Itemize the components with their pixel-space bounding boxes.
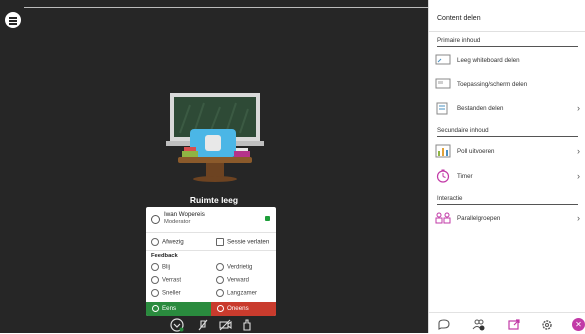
feedback-verward[interactable]: Verward — [216, 276, 249, 284]
panel-divider — [429, 31, 585, 32]
empty-room-illustration — [166, 93, 264, 182]
sad-icon — [216, 263, 224, 271]
timer-icon — [436, 169, 450, 183]
user-name: Iwan Wopereis — [164, 211, 205, 218]
share-content-tab-icon[interactable] — [507, 318, 521, 332]
files-icon — [436, 102, 448, 115]
chevron-right-icon: › — [577, 103, 580, 113]
session-stage: Ruimte leeg Iwan Wopereis Moderator Afwe… — [0, 0, 428, 333]
panel-title: Content delen — [437, 15, 481, 22]
video-off-icon[interactable] — [218, 318, 232, 332]
attendees-tab-icon[interactable] — [472, 318, 486, 332]
my-status-button[interactable] — [170, 318, 184, 332]
breakout-groups-item[interactable]: Parallelgroepen › — [435, 207, 580, 230]
audio-off-icon[interactable] — [196, 318, 210, 332]
feedback-verdrietig[interactable]: Verdrietig — [216, 263, 252, 271]
slower-icon — [216, 289, 224, 297]
poll-icon — [435, 144, 451, 158]
surprised-icon — [151, 276, 159, 284]
session-menu-button[interactable] — [5, 12, 21, 28]
secondary-content-divider — [437, 136, 578, 137]
chevron-right-icon: › — [577, 213, 580, 223]
smile-icon — [151, 263, 159, 271]
timer-item[interactable]: Timer › — [435, 165, 580, 188]
status-indicator-icon — [265, 216, 270, 221]
faster-icon — [151, 289, 159, 297]
primary-content-heading: Primaire inhoud — [437, 37, 481, 44]
room-status-title: Ruimte leeg — [189, 195, 239, 205]
session-controls — [170, 318, 260, 332]
disagree-button[interactable]: Oneens — [211, 302, 276, 316]
my-status-menu: Iwan Wopereis Moderator Afwezig Sessie v… — [146, 207, 276, 316]
profile-row[interactable]: Iwan Wopereis Moderator — [146, 207, 276, 233]
confused-icon — [216, 276, 224, 284]
run-poll-item[interactable]: Poll uitvoeren › — [435, 140, 580, 163]
feedback-verrast[interactable]: Verrast — [151, 276, 181, 284]
interaction-heading: Interactie — [437, 195, 463, 202]
share-whiteboard-item[interactable]: Leeg whiteboard delen — [435, 49, 580, 72]
feedback-blij[interactable]: Blij — [151, 263, 170, 271]
whiteboard-icon — [435, 54, 451, 65]
away-button[interactable]: Afwezig — [151, 238, 184, 246]
check-icon — [152, 304, 159, 312]
chat-tab-icon[interactable] — [437, 318, 451, 332]
interaction-divider — [437, 204, 578, 205]
feedback-heading: Feedback — [151, 253, 178, 259]
user-role: Moderator — [164, 219, 191, 225]
feedback-sneller[interactable]: Sneller — [151, 289, 181, 297]
primary-content-divider — [437, 46, 578, 47]
stage-top-border — [24, 7, 428, 8]
exit-icon — [216, 238, 224, 246]
chevron-right-icon: › — [577, 171, 580, 181]
x-circle-icon — [217, 304, 224, 312]
close-panel-button[interactable]: ✕ — [572, 318, 585, 331]
clock-icon — [151, 238, 159, 246]
share-content-panel: Content delen Primaire inhoud Leeg white… — [428, 0, 585, 333]
agree-button[interactable]: Eens — [146, 302, 211, 316]
breakout-groups-icon — [435, 212, 451, 224]
user-settings-icon — [151, 215, 160, 224]
leave-session-button[interactable]: Sessie verlaten — [216, 238, 269, 246]
share-screen-item[interactable]: Toepassing/scherm delen — [435, 73, 580, 96]
raise-hand-icon[interactable] — [240, 318, 254, 332]
feedback-langzamer[interactable]: Langzamer — [216, 289, 257, 297]
chevron-right-icon: › — [577, 146, 580, 156]
share-files-item[interactable]: Bestanden delen › — [435, 97, 580, 120]
panel-tab-bar: ✕ — [429, 312, 585, 334]
settings-tab-icon[interactable] — [540, 318, 554, 332]
secondary-content-heading: Secundaire inhoud — [437, 127, 489, 134]
screen-share-icon — [435, 78, 451, 89]
status-actions: Afwezig Sessie verlaten — [146, 233, 276, 251]
